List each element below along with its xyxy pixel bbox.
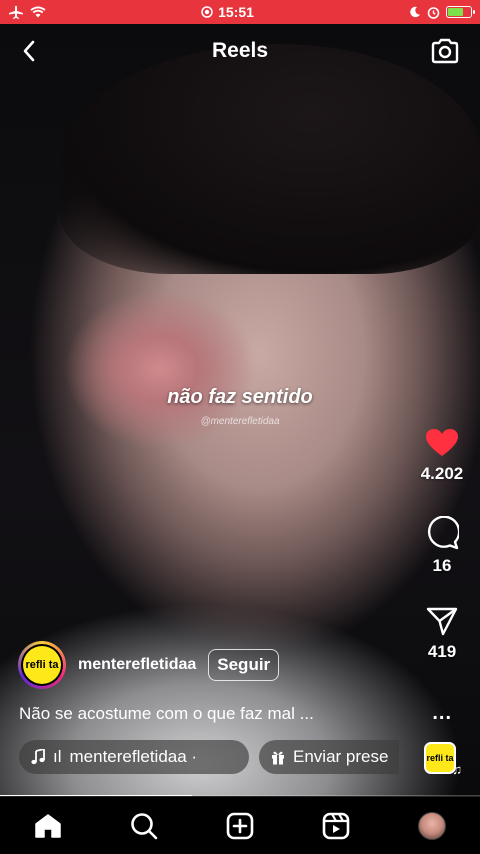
airplane-icon [8,5,24,19]
nav-create[interactable] [216,802,264,850]
nav-search[interactable] [120,802,168,850]
nav-home[interactable] [24,802,72,850]
share-count: 419 [427,642,457,661]
video-watermark: @menterefletidaa [200,416,280,427]
camera-icon [430,38,460,64]
video-overlay-text: não faz sentido [167,386,313,408]
chip-row: ıl menterefletidaa · Enviar prese [19,740,399,774]
status-bar: 15:51 [0,0,480,24]
heart-icon [425,428,459,458]
gift-chip[interactable]: Enviar prese [259,740,399,774]
like-button[interactable]: 4.202 [400,428,480,484]
bottom-nav [0,796,480,854]
gift-icon [271,750,285,765]
author-row: refli ta menterefletidaa Seguir [18,641,280,689]
recording-icon [201,6,213,18]
comment-count: 16 [432,556,452,575]
like-count: 4.202 [420,464,464,483]
status-time: 15:51 [218,4,254,20]
nav-profile[interactable] [408,802,456,850]
nav-reels[interactable] [312,802,360,850]
video-frame-detail [60,44,480,274]
chevron-left-icon [22,40,36,62]
author-username[interactable]: menterefletidaa [78,656,196,674]
back-button[interactable] [14,36,44,66]
share-button[interactable]: 419 [400,606,480,662]
create-icon [226,812,254,840]
reels-icon [322,812,350,840]
music-note-small-icon: ♫ [452,762,462,777]
top-bar: Reels [0,24,480,78]
camera-button[interactable] [428,34,462,68]
reel-caption[interactable]: Não se acostume com o que faz mal ... [19,704,314,724]
follow-button[interactable]: Seguir [208,649,280,681]
search-icon [130,812,158,840]
audio-thumbnail[interactable]: refli ta [424,742,456,774]
author-avatar-logo: refli ta [23,646,61,684]
wifi-icon [30,6,46,18]
moon-icon [409,6,421,18]
author-avatar[interactable]: refli ta [18,641,66,689]
profile-avatar [418,811,446,840]
audio-chip[interactable]: ıl menterefletidaa · [19,740,249,774]
home-icon [34,813,62,839]
music-note-icon [31,749,45,765]
audio-prefix: ıl [53,747,62,766]
gift-label: Enviar prese [293,747,389,766]
page-title: Reels [211,39,269,62]
battery-icon [446,6,475,18]
battery-level [448,8,464,16]
comment-button[interactable]: 16 [400,516,480,576]
send-icon [426,606,458,636]
comment-icon [425,516,459,550]
more-options-button[interactable]: ... [432,702,452,725]
audio-label: menterefletidaa · [69,747,198,766]
alarm-icon [427,6,440,19]
